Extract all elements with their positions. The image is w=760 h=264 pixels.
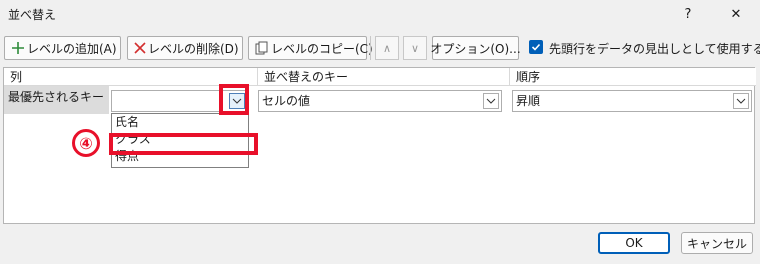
order-select-value: 昇順 — [516, 94, 541, 108]
sort-on-select[interactable]: セルの値 — [258, 90, 502, 112]
has-headers-checkbox[interactable] — [529, 40, 543, 54]
ok-button[interactable]: OK — [598, 232, 670, 254]
help-button[interactable]: ? — [665, 0, 711, 28]
options-label: オプション(O)... — [430, 41, 521, 56]
copy-level-button[interactable]: レベルのコピー(C) — [248, 36, 373, 60]
toolbar-separator — [370, 36, 371, 60]
dropdown-option[interactable]: 氏名 — [112, 114, 248, 131]
x-delete-icon — [134, 40, 146, 56]
add-level-label: レベルの追加(A) — [27, 41, 117, 56]
step-number-badge: ④ — [72, 129, 100, 157]
chevron-down-icon[interactable] — [483, 93, 499, 109]
copy-level-label: レベルのコピー(C) — [271, 41, 373, 56]
delete-level-button[interactable]: レベルの削除(D) — [127, 36, 243, 60]
chevron-down-icon[interactable] — [733, 93, 749, 109]
cancel-button[interactable]: キャンセル — [681, 232, 753, 254]
plus-icon — [11, 40, 25, 56]
options-button[interactable]: オプション(O)... — [430, 36, 521, 60]
title-bar: 並べ替え ? ✕ — [0, 0, 760, 28]
highlight-class-option — [109, 133, 258, 155]
has-headers-label[interactable]: 先頭行をデータの見出しとして使用する(H) — [549, 40, 760, 57]
sort-level-row-label[interactable]: 最優先されるキー — [4, 86, 109, 114]
sort-on-header: 並べ替えのキー — [258, 68, 510, 86]
dialog-title: 並べ替え — [8, 8, 57, 22]
move-up-button[interactable]: ∧ — [375, 36, 399, 60]
chevron-down-icon: ∨ — [410, 41, 420, 55]
chevron-up-icon: ∧ — [382, 41, 392, 55]
move-down-button[interactable]: ∨ — [403, 36, 427, 60]
add-level-button[interactable]: レベルの追加(A) — [4, 36, 121, 60]
delete-level-label: レベルの削除(D) — [148, 41, 239, 56]
order-select[interactable]: 昇順 — [512, 90, 752, 112]
close-button[interactable]: ✕ — [713, 0, 759, 28]
sort-on-select-value: セルの値 — [262, 94, 311, 108]
highlight-dropdown-arrow — [219, 84, 249, 115]
order-header: 順序 — [510, 68, 756, 86]
copy-icon — [255, 40, 269, 56]
